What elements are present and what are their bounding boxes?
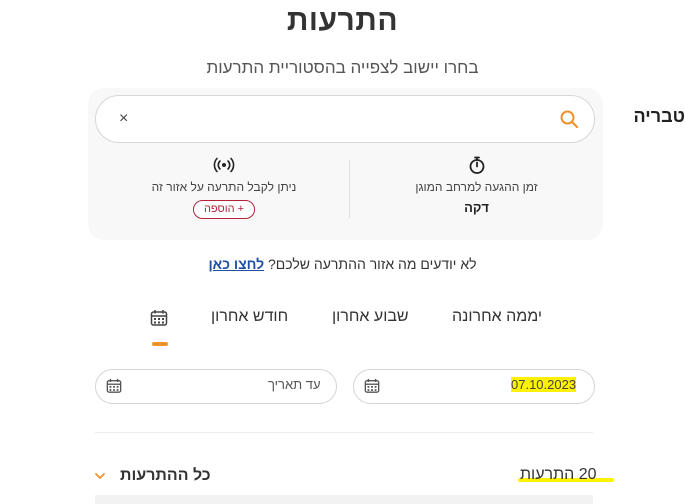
chevron-down-icon[interactable] (94, 470, 106, 482)
arrival-time-label: זמן ההגעה למרחב המוגן (415, 180, 538, 194)
tab-last-day[interactable]: יממה אחרונה (452, 308, 542, 326)
area-alert-info: ניתן לקבל התרעה על אזור זה + הוספה (110, 154, 338, 219)
stopwatch-icon (469, 156, 484, 174)
help-link[interactable]: לחצו כאן (208, 256, 264, 272)
calendar-icon[interactable] (150, 309, 168, 327)
alerts-count: 20 התרעות (520, 466, 597, 483)
clear-icon[interactable]: × (119, 109, 128, 129)
arrival-time-value: דקה (464, 200, 489, 215)
search-input[interactable]: טבריה (495, 106, 685, 127)
to-date-placeholder[interactable]: עד תאריך (268, 377, 321, 392)
from-date-calendar-icon[interactable] (364, 378, 380, 394)
help-question: לא יודעים מה אזור ההתרעה שלכם? (268, 256, 477, 272)
results-list-top (95, 495, 593, 504)
page-title: התרעות (286, 4, 399, 37)
help-line: לא יודעים מה אזור ההתרעה שלכם? לחצו כאן (0, 256, 685, 272)
info-divider (349, 160, 350, 218)
section-divider (95, 432, 593, 433)
tab-last-month[interactable]: חודש אחרון (211, 308, 288, 326)
alert-type-filter[interactable]: כל ההתרעות (120, 467, 211, 485)
to-date-calendar-icon[interactable] (106, 378, 122, 394)
arrival-time-info: זמן ההגעה למרחב המוגן דקה (360, 154, 593, 215)
area-alert-label: ניתן לקבל התרעה על אזור זה (151, 180, 297, 194)
active-tab-indicator (152, 342, 168, 346)
from-date-value[interactable]: 07.10.2023 (511, 377, 577, 392)
broadcast-icon (213, 157, 235, 173)
page-subtitle: בחרו יישוב לצפייה בהסטוריית התרעות (206, 58, 479, 77)
add-area-button[interactable]: + הוספה (192, 200, 256, 219)
tab-last-week[interactable]: שבוע אחרון (332, 308, 409, 326)
